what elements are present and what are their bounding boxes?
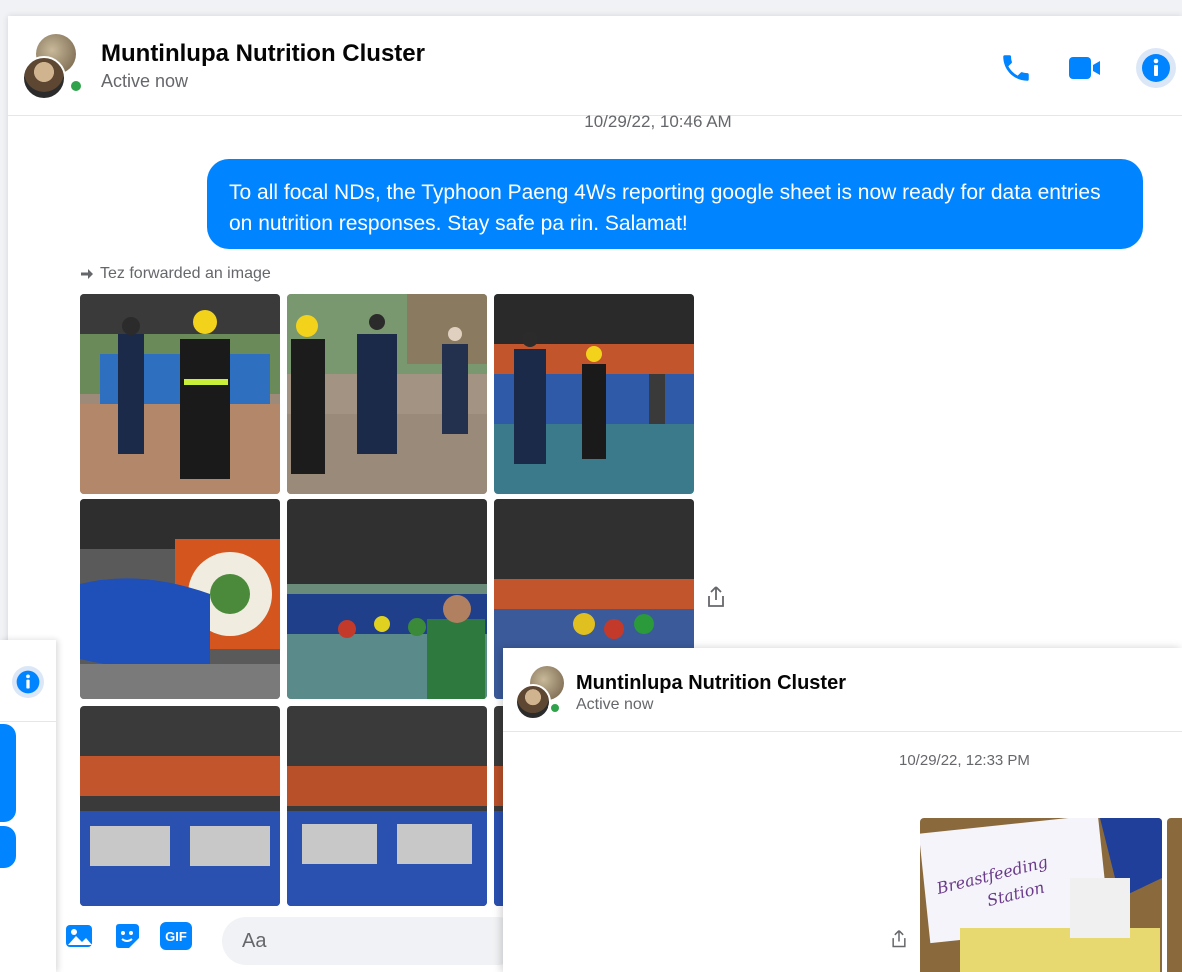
photo-image — [287, 499, 487, 699]
phone-call-button[interactable] — [996, 48, 1036, 88]
video-call-button[interactable] — [1066, 48, 1106, 88]
active-status: Active now — [101, 71, 189, 91]
photo-image — [80, 706, 280, 906]
conversation-title[interactable]: Muntinlupa Nutrition Cluster — [101, 40, 425, 68]
photo-attach-icon[interactable] — [64, 921, 94, 951]
photo-image: Breastfeeding Station — [920, 818, 1162, 972]
info-icon — [16, 670, 40, 694]
online-indicator — [548, 701, 562, 715]
info-icon — [1142, 54, 1170, 82]
photo-image — [80, 294, 280, 494]
share-button[interactable] — [704, 585, 728, 609]
chat-window-left-partial — [0, 640, 56, 972]
conversation-info-button[interactable] — [1136, 48, 1176, 88]
online-indicator — [68, 78, 84, 94]
photo-thumbnail[interactable] — [494, 294, 694, 494]
photo-image — [494, 294, 694, 494]
photo-thumbnail[interactable] — [80, 706, 280, 906]
video-icon — [1069, 57, 1100, 79]
share-icon — [892, 930, 906, 948]
photo-thumbnail[interactable] — [287, 499, 487, 699]
photo-thumbnail[interactable] — [287, 294, 487, 494]
gif-button[interactable]: GIF — [160, 922, 192, 950]
photo-thumbnail[interactable]: Breastfeeding Station — [920, 818, 1162, 972]
photo-image — [287, 706, 487, 906]
photo-image — [287, 294, 487, 494]
conversation-info-button[interactable] — [12, 666, 44, 698]
share-button[interactable] — [889, 928, 909, 950]
forwarded-text: Tez forwarded an image — [100, 265, 271, 282]
active-status: Active now — [576, 696, 654, 713]
forwarded-label: Tez forwarded an image — [80, 265, 271, 283]
chat-header: Muntinlupa Nutrition Cluster Active now — [503, 648, 1182, 732]
message-timestamp: 10/29/22, 12:33 PM — [899, 752, 1030, 769]
message-bubble-outgoing[interactable]: To all focal NDs, the Typhoon Paeng 4Ws … — [207, 159, 1143, 249]
phone-icon — [1003, 55, 1029, 81]
avatar-image-2 — [515, 684, 551, 720]
sticker-icon[interactable] — [112, 921, 142, 951]
photo-thumbnail[interactable] — [80, 294, 280, 494]
message-composer: GIF Aa — [64, 909, 522, 972]
chat-header: Muntinlupa Nutrition Cluster Active now — [8, 16, 1182, 116]
header-divider — [0, 721, 56, 722]
photo-thumbnail[interactable] — [80, 499, 280, 699]
photo-thumbnail[interactable] — [1167, 818, 1182, 972]
share-icon — [708, 586, 724, 607]
message-bubble-outgoing[interactable] — [0, 826, 16, 868]
message-input[interactable]: Aa — [222, 917, 522, 965]
message-timestamp: 10/29/22, 10:46 AM — [584, 112, 732, 131]
photo-thumbnail[interactable] — [287, 706, 487, 906]
group-avatar[interactable] — [22, 34, 84, 100]
message-bubble-outgoing[interactable] — [0, 724, 16, 822]
avatar-image-2 — [22, 56, 66, 100]
conversation-title[interactable]: Muntinlupa Nutrition Cluster — [576, 672, 846, 695]
forward-arrow-icon — [81, 269, 93, 279]
chat-window-overlay: Muntinlupa Nutrition Cluster Active now … — [503, 648, 1182, 972]
photo-image — [80, 499, 280, 699]
header-actions — [996, 48, 1176, 88]
